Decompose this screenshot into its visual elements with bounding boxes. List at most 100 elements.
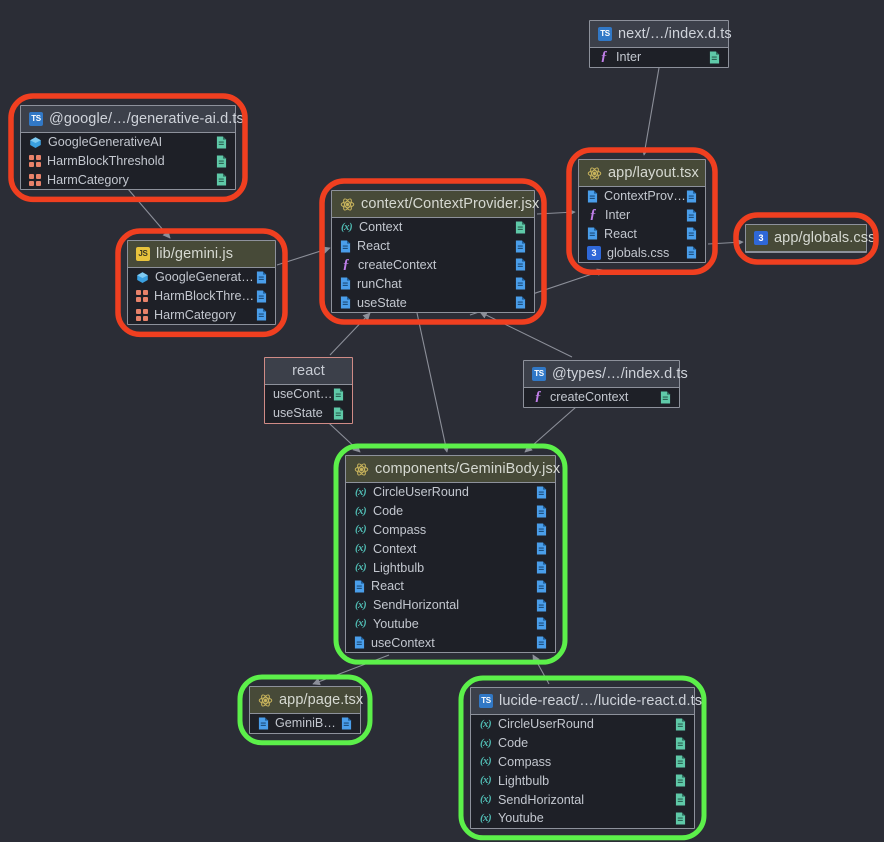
graph-node-types-index[interactable]: TS @types/…/index.d.ts ƒ createContext (523, 360, 688, 408)
file-blue-icon (536, 542, 547, 555)
symbol-label: Code (498, 736, 529, 751)
symbol-row[interactable]: GoogleGenerativeAI (21, 133, 235, 152)
node-title: app/layout.tsx (608, 165, 699, 181)
react-atom-icon (354, 462, 369, 477)
graph-edge (479, 311, 573, 358)
symbol-row[interactable]: useState (332, 293, 534, 312)
symbol-row[interactable]: (x) Youtube (346, 615, 555, 634)
symbol-label: SendHorizontal (498, 792, 585, 807)
variable-icon: (x) (479, 717, 492, 730)
dependency-graph-canvas[interactable]: TS next/…/index.d.ts ƒ Inter TS @google/…/gen… (0, 0, 884, 842)
node-header-lib-gemini[interactable]: JS lib/gemini.js (128, 241, 275, 268)
file-teal-icon (675, 812, 686, 825)
variable-icon: (x) (479, 811, 492, 824)
react-atom-icon (340, 197, 355, 212)
graph-edge (312, 654, 390, 686)
symbol-row[interactable]: (x) Compass (346, 521, 555, 540)
file-teal-icon (333, 407, 344, 420)
node-header-google-generative-ai[interactable]: TS @google/…/generative-ai.d.ts (21, 106, 244, 133)
symbol-row[interactable]: (x) Lightbulb (471, 771, 694, 790)
symbol-row[interactable]: ContextProvider (579, 187, 705, 206)
node-header-types-index[interactable]: TS @types/…/index.d.ts (524, 361, 688, 388)
symbol-row[interactable]: ƒ Inter (590, 48, 728, 67)
file-blue-icon (515, 240, 526, 253)
symbol-row[interactable]: useContext (265, 385, 352, 404)
symbol-row[interactable]: HarmCategory (128, 306, 275, 325)
symbol-label: Youtube (498, 811, 544, 826)
symbol-row[interactable]: (x) Context (346, 539, 555, 558)
graph-node-next-index[interactable]: TS next/…/index.d.ts ƒ Inter (589, 20, 732, 68)
symbol-row[interactable]: runChat (332, 274, 534, 293)
graph-node-app-globals-css[interactable]: 3 app/globals.css (745, 224, 875, 253)
symbol-row[interactable]: React (332, 237, 534, 256)
symbol-row[interactable]: ƒ createContext (524, 388, 679, 407)
symbol-row[interactable]: (x) SendHorizontal (346, 596, 555, 615)
symbol-row[interactable]: HarmBlockThreshold (128, 287, 275, 306)
symbol-row[interactable]: useContext (346, 633, 555, 652)
css-file-icon: 3 (754, 231, 768, 245)
graph-node-lucide-react[interactable]: TS lucide-react/…/lucide-react.d.ts (x) Cir… (470, 687, 702, 829)
symbol-row[interactable]: useState (265, 404, 352, 423)
graph-node-app-page[interactable]: app/page.tsx GeminiBody (249, 686, 363, 734)
node-symbol-list: ƒ createContext (524, 388, 679, 407)
node-header-app-page[interactable]: app/page.tsx (250, 687, 363, 714)
file-blue-icon (686, 190, 697, 203)
symbol-label: ContextProvider (604, 189, 686, 204)
symbol-row[interactable]: HarmBlockThreshold (21, 152, 235, 171)
function-icon: ƒ (589, 207, 597, 223)
graph-node-google-generative-ai[interactable]: TS @google/…/generative-ai.d.ts GoogleGene… (20, 105, 244, 191)
graph-node-context-provider[interactable]: context/ContextProvider.jsx (x) Context Rea… (331, 190, 539, 313)
symbol-row[interactable]: (x) Youtube (471, 809, 694, 828)
node-title: next/…/index.d.ts (618, 26, 732, 42)
variable-icon: (x) (354, 485, 367, 498)
symbol-label: createContext (358, 257, 437, 272)
ts-file-icon: TS (29, 112, 43, 126)
symbol-label: GoogleGenerativeAI (48, 135, 163, 150)
function-icon: ƒ (600, 49, 608, 65)
variable-icon: (x) (479, 736, 492, 749)
node-header-app-layout[interactable]: app/layout.tsx (579, 160, 705, 187)
symbol-row[interactable]: React (346, 577, 555, 596)
symbol-row[interactable]: (x) SendHorizontal (471, 790, 694, 809)
node-header-app-globals-css[interactable]: 3 app/globals.css (746, 225, 875, 252)
symbol-label: React (371, 579, 404, 594)
class-icon (29, 136, 42, 149)
symbol-row[interactable]: (x) Lightbulb (346, 558, 555, 577)
symbol-row[interactable]: (x) CircleUserRound (346, 483, 555, 502)
node-header-lucide-react[interactable]: TS lucide-react/…/lucide-react.d.ts (471, 688, 702, 715)
node-title: @google/…/generative-ai.d.ts (49, 111, 244, 127)
file-blue-icon (354, 636, 365, 649)
symbol-row[interactable]: GoogleGenerativeAI (128, 268, 275, 287)
node-header-next-index[interactable]: TS next/…/index.d.ts (590, 21, 732, 48)
symbol-row[interactable]: (x) Code (471, 734, 694, 753)
symbol-label: React (604, 226, 637, 241)
symbol-label: GoogleGenerativeAI (155, 270, 256, 285)
file-blue-icon (536, 505, 547, 518)
graph-edge (329, 312, 371, 356)
graph-node-gemini-body[interactable]: components/GeminiBody.jsx (x) CircleUserRo… (345, 455, 560, 654)
symbol-row[interactable]: React (579, 225, 705, 244)
symbol-row[interactable]: GeminiBody (250, 714, 360, 733)
symbol-row[interactable]: (x) Context (332, 218, 534, 237)
symbol-row[interactable]: ƒ createContext (332, 256, 534, 275)
graph-node-lib-gemini[interactable]: JS lib/gemini.js GoogleGenerativeAI HarmBlo… (127, 240, 276, 326)
node-header-react[interactable]: react (265, 358, 352, 385)
symbol-label: runChat (357, 276, 402, 291)
symbol-row[interactable]: (x) CircleUserRound (471, 715, 694, 734)
symbol-row[interactable]: (x) Code (346, 502, 555, 521)
symbol-row[interactable]: (x) Compass (471, 753, 694, 772)
graph-node-app-layout[interactable]: app/layout.tsx ContextProvider ƒ Inter React… (578, 159, 706, 264)
node-header-gemini-body[interactable]: components/GeminiBody.jsx (346, 456, 560, 483)
symbol-row[interactable]: 3 globals.css (579, 243, 705, 262)
file-teal-icon (660, 391, 671, 404)
graph-node-react[interactable]: react useContext useState (264, 357, 353, 424)
file-blue-icon (340, 277, 351, 290)
node-header-context-provider[interactable]: context/ContextProvider.jsx (332, 191, 539, 218)
symbol-label: useState (273, 406, 323, 421)
node-title: context/ContextProvider.jsx (361, 196, 540, 212)
file-blue-icon (515, 277, 526, 290)
symbol-row[interactable]: HarmCategory (21, 171, 235, 190)
symbol-label: useContext (371, 635, 435, 650)
css-file-icon: 3 (587, 245, 601, 260)
symbol-row[interactable]: ƒ Inter (579, 206, 705, 225)
